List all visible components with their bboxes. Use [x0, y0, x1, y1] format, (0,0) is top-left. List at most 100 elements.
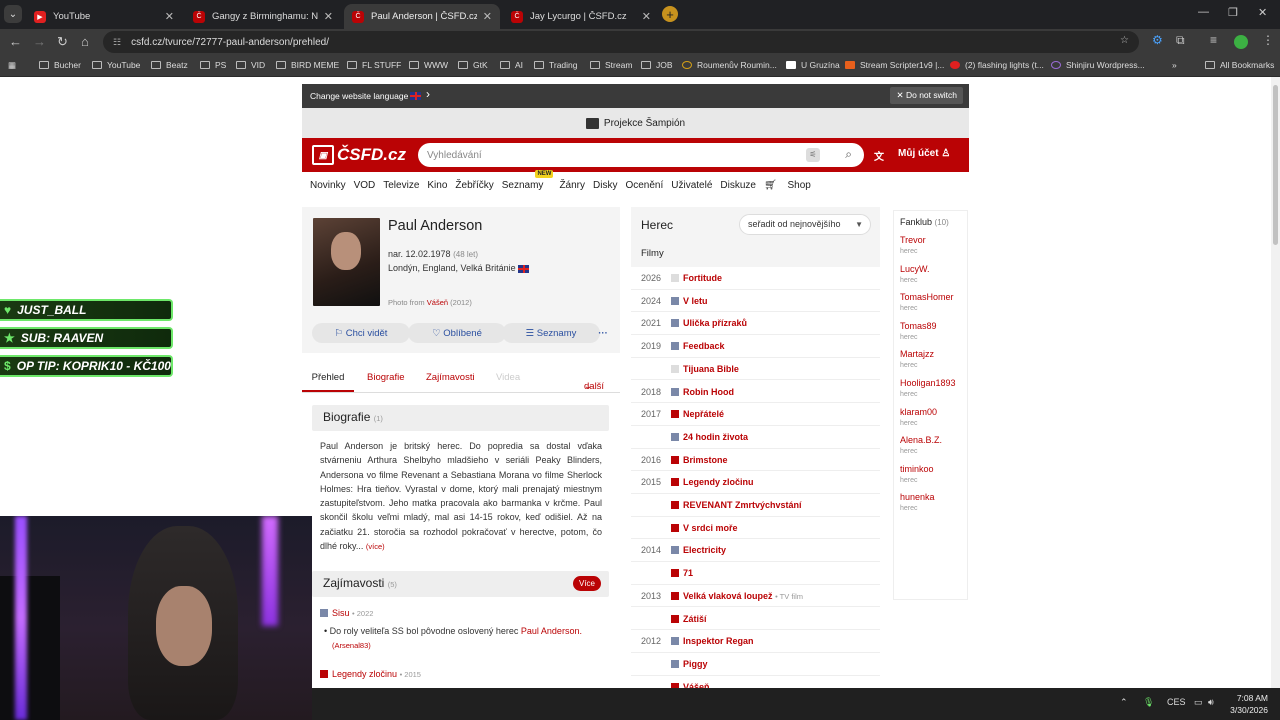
reload-icon[interactable]: ↻ [57, 34, 68, 50]
bookmark-folder[interactable]: JOB [641, 60, 673, 70]
film-row[interactable]: 2012 Inspektor Regan [631, 630, 880, 653]
menu-item-televize[interactable]: Televize [383, 180, 419, 191]
film-title-link[interactable]: V srdci moře [683, 523, 738, 533]
back-icon[interactable]: ← [9, 34, 22, 49]
menu-item-vod[interactable]: VOD [354, 180, 376, 191]
fan-username-link[interactable]: Alena.B.Z. [900, 435, 942, 445]
film-row[interactable]: 2018 Robin Hood [631, 381, 880, 404]
fan-username-link[interactable]: timinkoo [900, 464, 934, 474]
close-icon[interactable]: ✕ [483, 10, 492, 23]
menu-item-novinky[interactable]: Novinky [310, 180, 346, 191]
fan-username-link[interactable]: Tomas89 [900, 321, 937, 331]
film-title-link[interactable]: 24 hodin života [683, 432, 748, 442]
film-row[interactable]: 2024 V letu [631, 290, 880, 313]
tab-search-button[interactable]: ⌄ [4, 5, 22, 23]
film-title-link[interactable]: Robin Hood [683, 387, 734, 397]
display-icon[interactable]: ▭ [1194, 697, 1203, 708]
menu-item-oceneni[interactable]: Ocenění [625, 180, 663, 191]
extensions-puzzle-icon[interactable]: ⧉ [1176, 33, 1185, 48]
film-row[interactable]: Zátiší [631, 608, 880, 631]
film-title-link[interactable]: 71 [683, 568, 693, 578]
fan-username-link[interactable]: TomasHomer [900, 292, 954, 302]
tab-jay-lycurgo[interactable]: Č Jay Lycurgo | ČSFD.cz ✕ [503, 4, 659, 29]
film-row[interactable]: 2021 Ulička přízraků [631, 312, 880, 336]
search-input[interactable]: Vyhledávání ⚟ ⌕ [418, 143, 864, 167]
trivia-author-link[interactable]: (Arsenal83) [332, 641, 371, 650]
restore-icon[interactable]: ❐ [1228, 6, 1238, 19]
bookmark-star-icon[interactable]: ☆ [1120, 35, 1129, 46]
minimize-icon[interactable]: — [1198, 6, 1209, 18]
film-row[interactable]: 2019 Feedback [631, 335, 880, 358]
bookmark-folder[interactable]: Trading [534, 60, 578, 70]
film-row[interactable]: REVENANT Zmrtvýchvstání [631, 494, 880, 517]
bookmark-link[interactable]: Roumenův Roumin... [682, 60, 777, 70]
apps-grid-icon[interactable]: ▦ [8, 60, 16, 71]
uk-flag-icon[interactable] [410, 92, 421, 100]
menu-kebab-icon[interactable]: ⋮ [1262, 33, 1274, 47]
csfd-logo[interactable]: ▣ ČSFD.cz [312, 143, 408, 167]
film-title-link[interactable]: Fortitude [683, 273, 722, 283]
film-title-link[interactable]: Piggy [683, 659, 708, 669]
film-row[interactable]: 2016 Brimstone [631, 449, 880, 472]
bookmark-folder[interactable]: GtK [458, 60, 488, 70]
tab-biography[interactable]: Biografie [367, 372, 405, 383]
film-row[interactable]: 2014 Electricity [631, 539, 880, 563]
film-title-link[interactable]: Feedback [683, 341, 725, 351]
sort-select[interactable]: seřadit od nejnovějšího ▼ [739, 214, 871, 235]
menu-item-kino[interactable]: Kino [427, 180, 447, 191]
clock[interactable]: 7:08 AM 3/30/2026 [1230, 692, 1268, 716]
film-title-link[interactable]: Tijuana Bible [683, 364, 739, 374]
film-row[interactable]: Piggy [631, 653, 880, 676]
film-row[interactable]: V srdci moře [631, 517, 880, 540]
address-bar[interactable]: ☷ csfd.cz/tvurce/72777-paul-anderson/pre… [103, 31, 1139, 53]
bookmark-folder[interactable]: AI [500, 60, 523, 70]
bookmark-folder[interactable]: Beatz [151, 60, 188, 70]
bookmark-folder[interactable]: Bucher [39, 60, 81, 70]
media-icon[interactable]: ≡ [1210, 33, 1217, 47]
menu-item-seznamy[interactable]: Seznamy NEW [502, 169, 554, 191]
film-row[interactable]: Tijuana Bible [631, 358, 880, 381]
film-title-link[interactable]: Ulička přízraků [683, 318, 747, 328]
fan-username-link[interactable]: Hooligan1893 [900, 378, 956, 388]
film-title-link[interactable]: V letu [683, 296, 708, 306]
translate-icon[interactable]: 文 [874, 148, 884, 163]
film-row[interactable]: 24 hodin života [631, 426, 880, 449]
close-icon[interactable]: ✕ [324, 10, 333, 23]
film-title-link[interactable]: Inspektor Regan [683, 636, 754, 646]
menu-item-diskuze[interactable]: Diskuze [720, 180, 756, 191]
close-icon[interactable]: ✕ [165, 10, 174, 23]
bookmark-link[interactable]: Shinjiru Wordpress... [1051, 60, 1145, 70]
menu-item-shop[interactable]: 🛒︎ Shop [764, 180, 819, 191]
menu-item-zanry[interactable]: Žánry [559, 180, 585, 191]
trivia-more-button[interactable]: Více [572, 576, 601, 591]
film-title-link[interactable]: REVENANT Zmrtvýchvstání [683, 500, 802, 510]
tab-youtube[interactable]: ▶ YouTube ✕ [26, 4, 182, 29]
do-not-switch-button[interactable]: ✕ Do not switch [890, 87, 963, 104]
trivia-film-link[interactable]: Legendy zločinu [332, 669, 397, 679]
more-bookmarks-icon[interactable]: » [1172, 60, 1177, 70]
film-row[interactable]: 2017 Nepřátelé [631, 403, 880, 426]
film-row[interactable]: 71 [631, 562, 880, 585]
fan-username-link[interactable]: LucyW. [900, 264, 930, 274]
fan-username-link[interactable]: hunenka [900, 492, 935, 502]
photo-film-link[interactable]: Vášeň [427, 298, 448, 307]
bio-more-link[interactable]: (více) [366, 542, 385, 551]
bookmark-folder[interactable]: Stream [590, 60, 632, 70]
tab-gangy[interactable]: Č Gangy z Birminghamu: Nesmrtel ✕ [185, 4, 341, 29]
menu-item-uzivatele[interactable]: Uživatelé [671, 180, 712, 191]
tab-paul-anderson[interactable]: Č Paul Anderson | ČSFD.cz ✕ [344, 4, 500, 29]
film-title-link[interactable]: Nepřátelé [683, 409, 724, 419]
bookmark-folder[interactable]: YouTube [92, 60, 140, 70]
search-filter-icon[interactable]: ⚟ [806, 148, 820, 162]
new-tab-button[interactable]: + [662, 6, 678, 22]
bookmark-link[interactable]: Stream Scripter1v9 |... [845, 60, 944, 70]
film-row[interactable]: 2015 Legendy zločinu [631, 471, 880, 494]
menu-item-disky[interactable]: Disky [593, 180, 617, 191]
film-title-link[interactable]: Brimstone [683, 455, 728, 465]
microphone-icon[interactable]: 🎙︎ [1143, 697, 1154, 708]
promo-banner[interactable]: Projekce Šampión [302, 108, 969, 138]
favorite-button[interactable]: ♡ Oblíbené [408, 323, 506, 343]
bookmark-folder[interactable]: WWW [409, 60, 448, 70]
close-icon[interactable]: ✕ [642, 10, 651, 23]
fan-username-link[interactable]: Martajzz [900, 349, 934, 359]
